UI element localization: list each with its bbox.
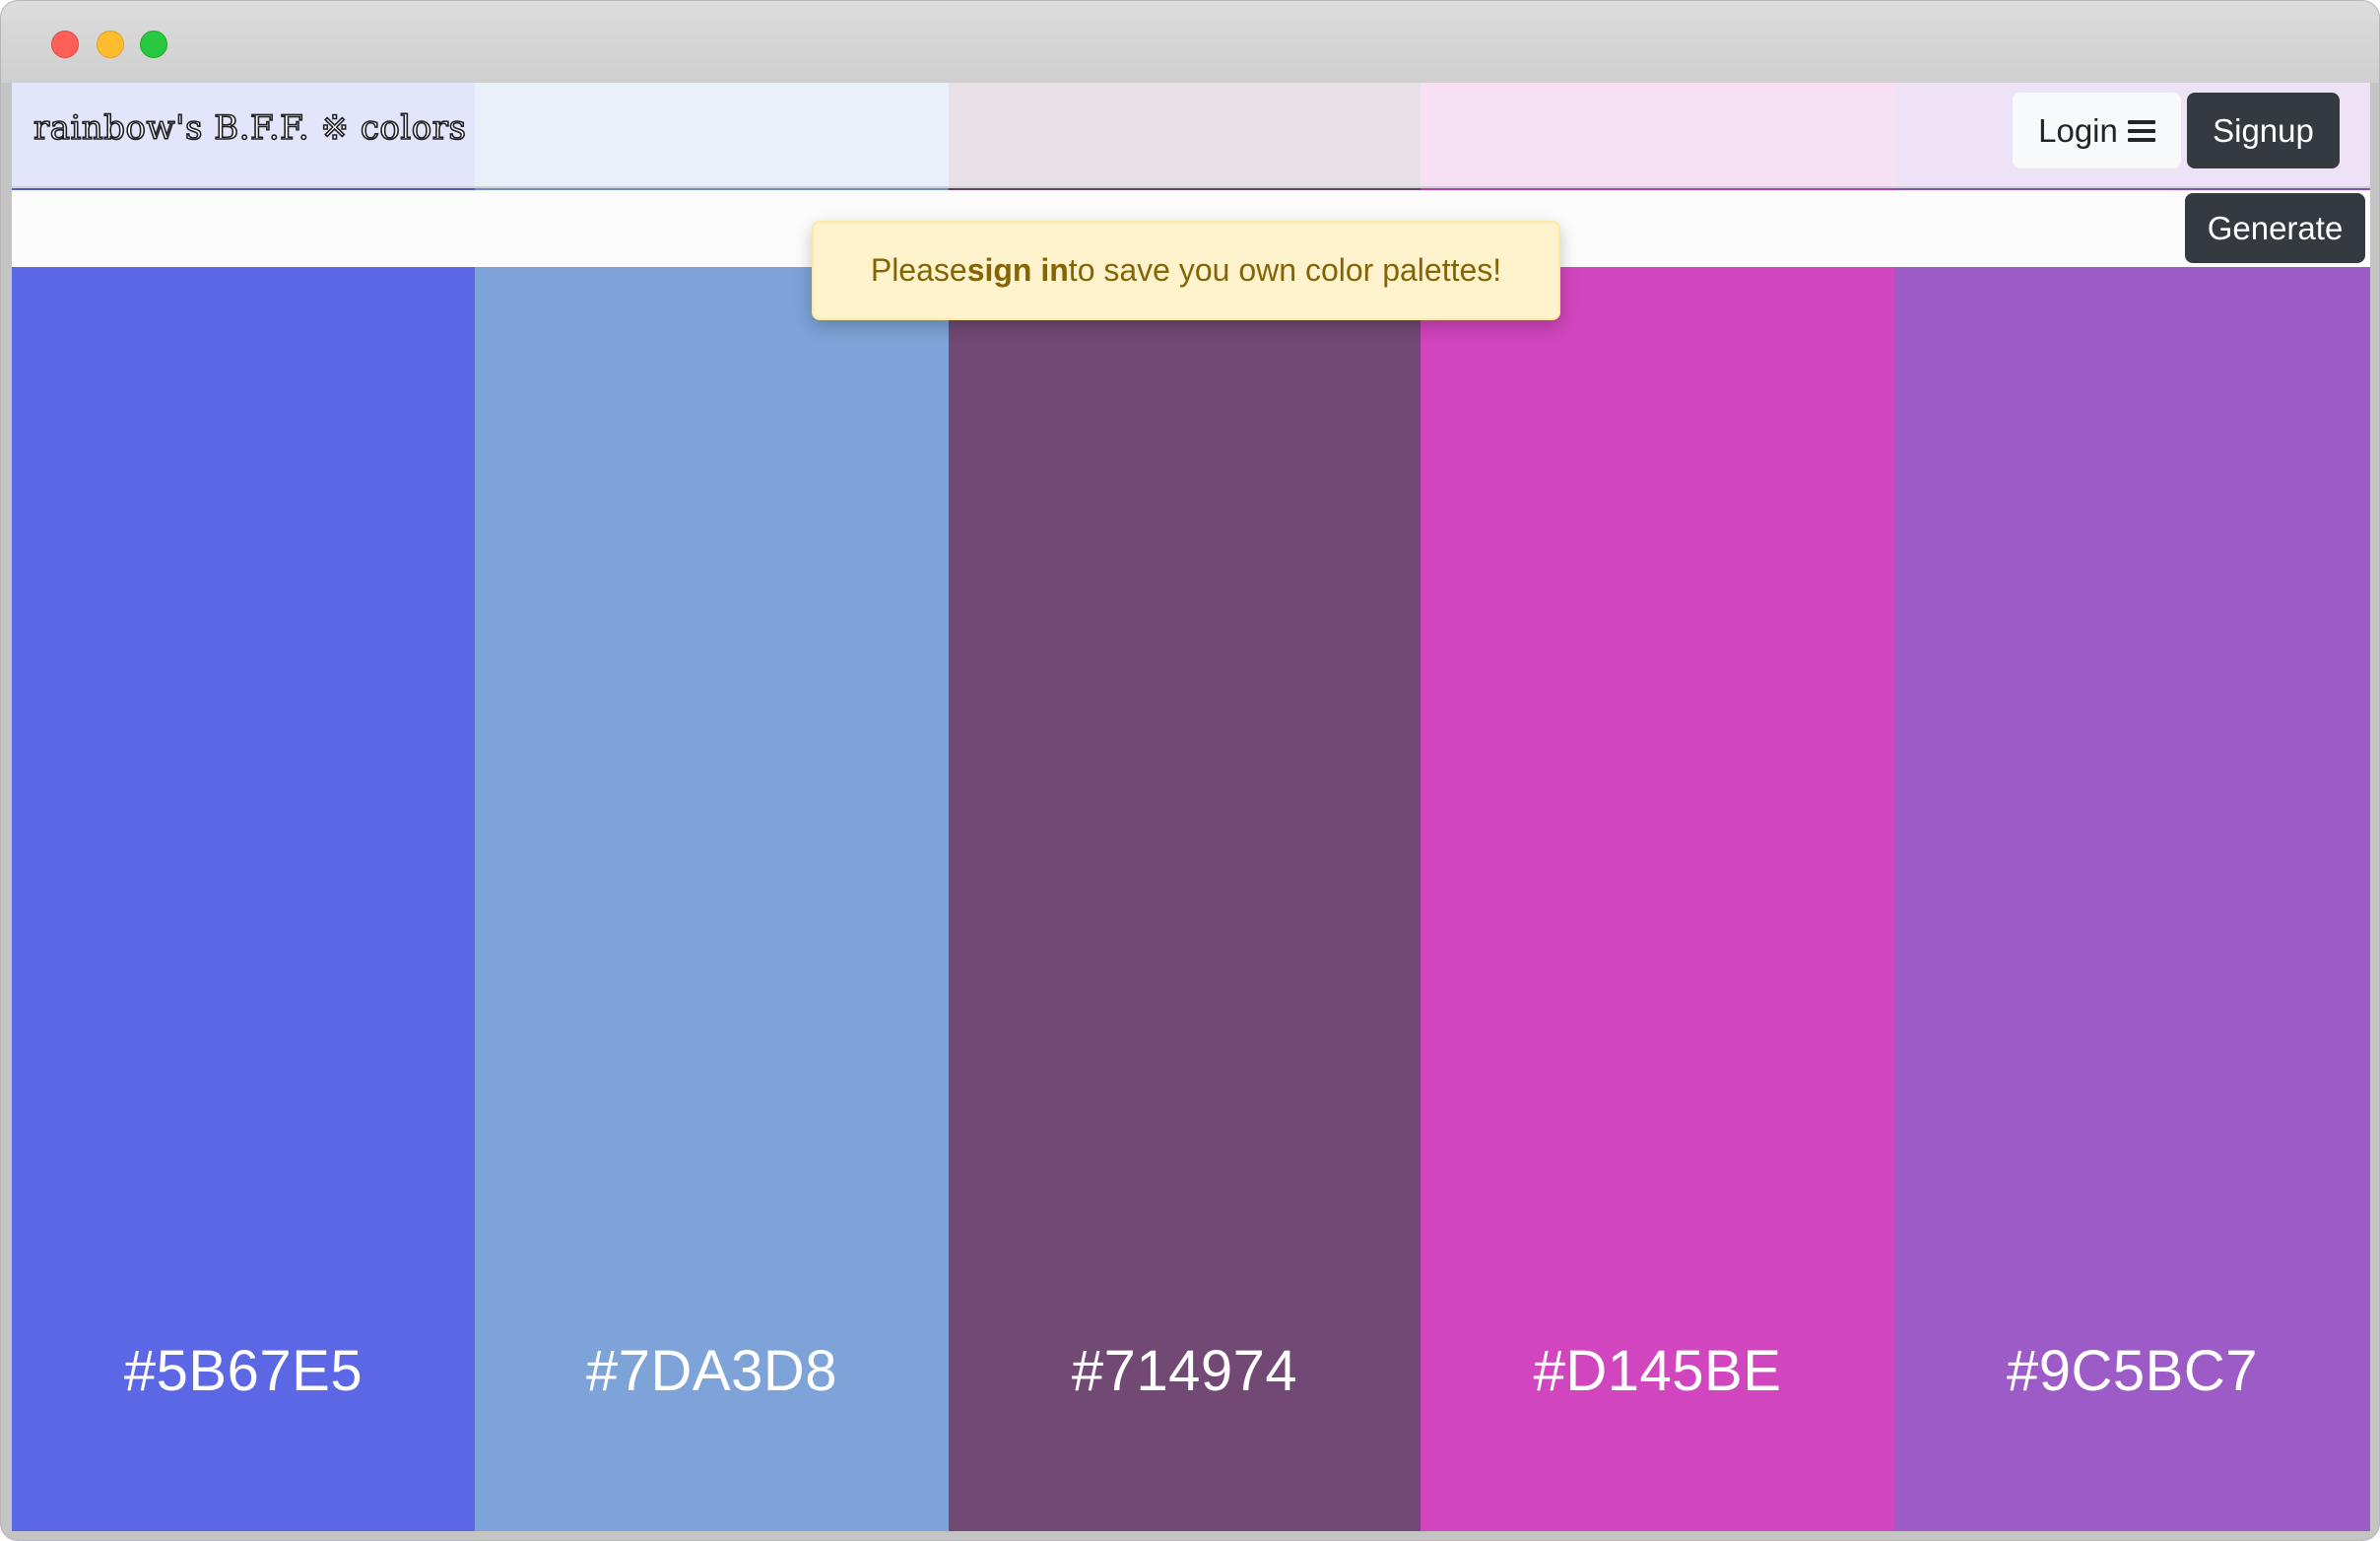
swatch-hex-label[interactable]: #D145BE <box>1421 1338 1894 1404</box>
swatch-hex-label[interactable]: #9C5BC7 <box>1894 1338 2370 1404</box>
swatch-hex-label[interactable]: #7DA3D8 <box>475 1338 949 1404</box>
browser-window: #5B67E5 #7DA3D8 #714974 #D145BE #9C5BC7 … <box>0 0 2380 1541</box>
zoom-window-button[interactable] <box>140 31 167 58</box>
login-button[interactable]: Login <box>2013 93 2181 168</box>
signin-alert: Please sign in to save you own color pal… <box>812 221 1560 320</box>
login-label: Login <box>2038 111 2118 149</box>
minimize-window-button[interactable] <box>97 31 124 58</box>
alert-suffix: to save you own color palettes! <box>1068 252 1502 288</box>
alert-prefix: Please <box>870 252 967 288</box>
close-window-button[interactable] <box>51 31 79 58</box>
color-swatch-5[interactable]: #9C5BC7 <box>1894 83 2370 1531</box>
window-titlebar <box>1 1 2379 83</box>
signup-button[interactable]: Signup <box>2187 93 2340 168</box>
page-viewport: #5B67E5 #7DA3D8 #714974 #D145BE #9C5BC7 … <box>12 83 2370 1531</box>
top-navbar: rainbow's B.F.F. ※ colors Login Signup <box>12 83 2370 188</box>
hamburger-menu-icon <box>2127 119 2155 142</box>
generate-button[interactable]: Generate <box>2185 193 2365 263</box>
swatch-hex-label[interactable]: #714974 <box>949 1338 1421 1404</box>
swatch-hex-label[interactable]: #5B67E5 <box>12 1338 475 1404</box>
color-swatch-1[interactable]: #5B67E5 <box>12 83 475 1531</box>
brand-logo[interactable]: rainbow's B.F.F. ※ colors <box>33 107 467 149</box>
sign-in-link[interactable]: sign in <box>967 252 1069 289</box>
